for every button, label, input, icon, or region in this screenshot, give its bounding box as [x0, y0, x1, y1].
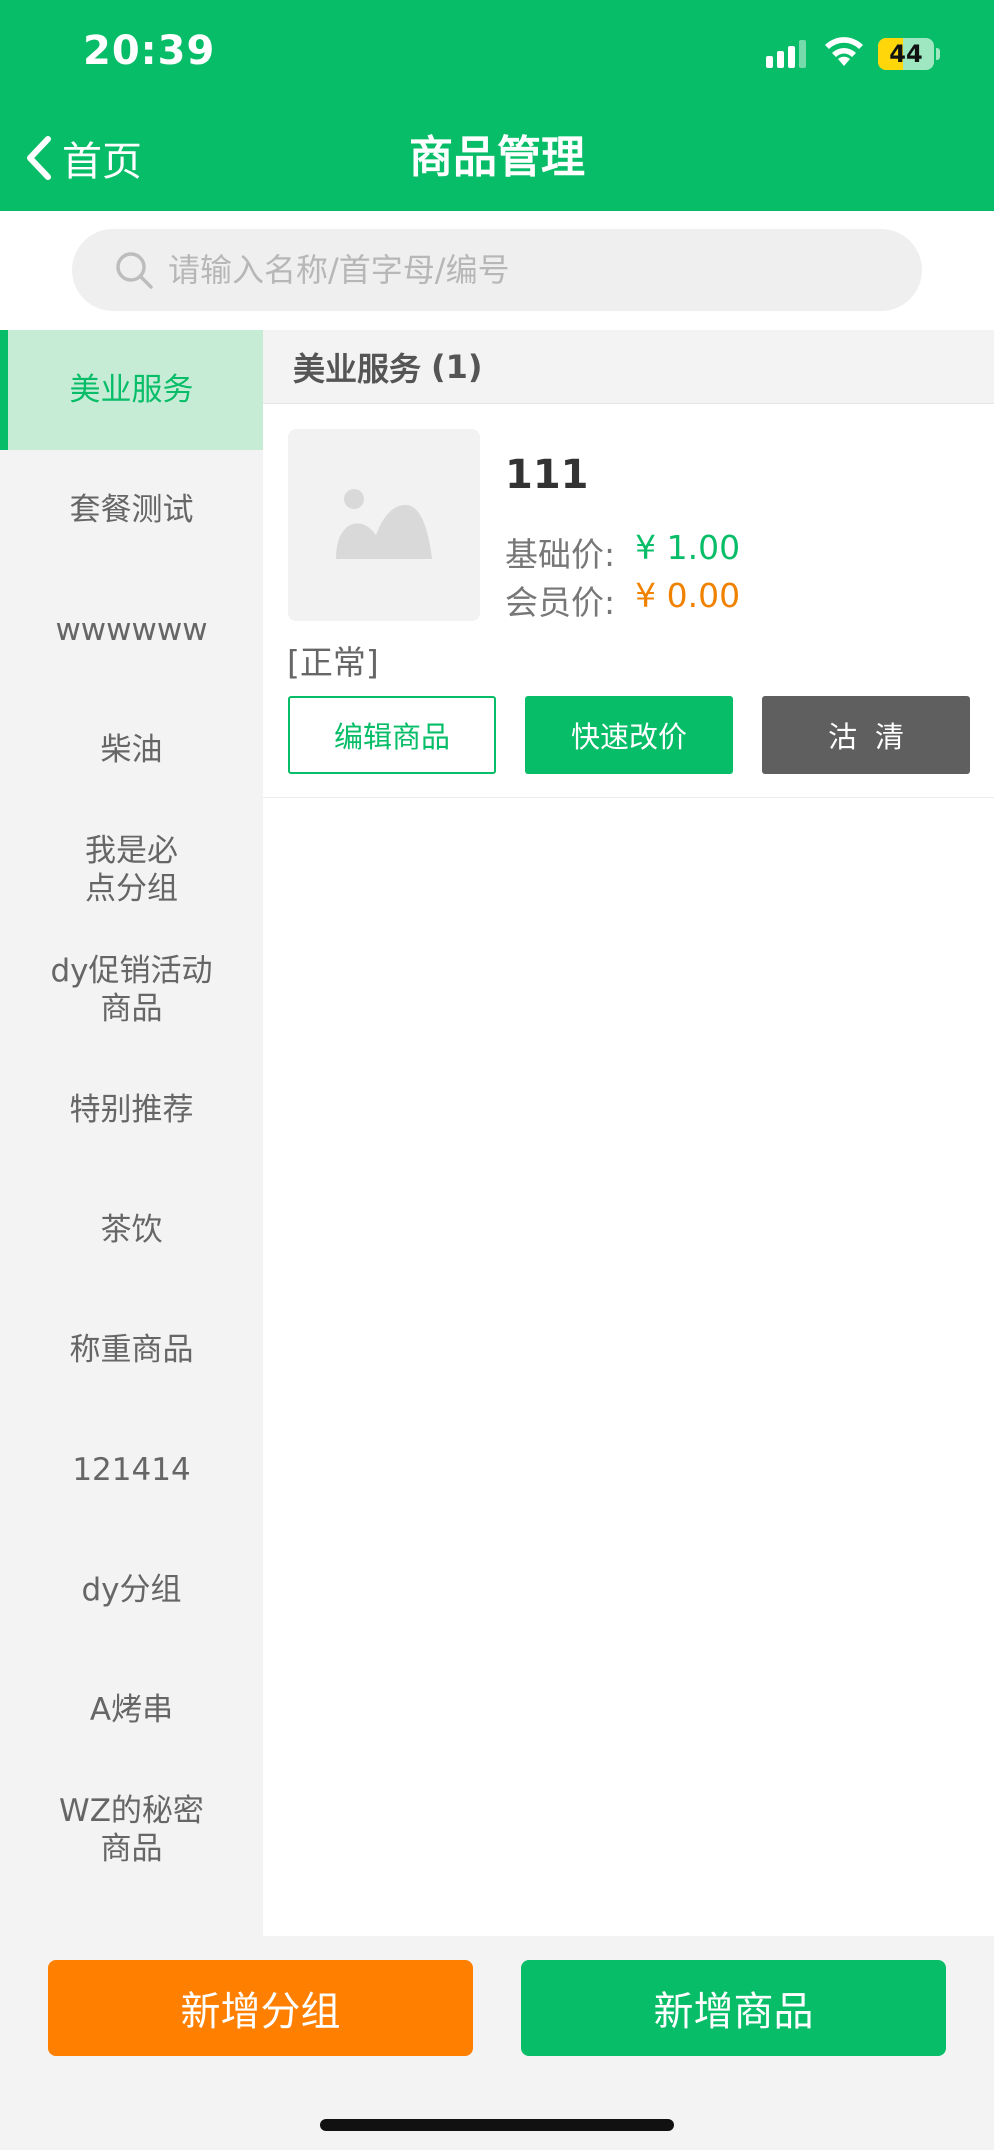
sidebar-item-WZ的秘密商品[interactable]: WZ的秘密商品 — [0, 1770, 263, 1890]
member-price-row: 会员价: ¥ 0.00 — [505, 576, 740, 624]
sidebar-item-label: 称重商品 — [69, 1332, 194, 1368]
sidebar-item-dy分组[interactable]: dy分组 — [0, 1530, 263, 1650]
bottom-action-bar: 新增分组 新增商品 — [0, 1936, 994, 2150]
search-input[interactable] — [168, 251, 922, 289]
wifi-icon — [825, 37, 863, 66]
nav-header: 20:39 44 首页 商品管理 — [0, 0, 994, 211]
sidebar-item-wwwwww[interactable]: wwwwww — [0, 570, 263, 690]
home-indicator — [320, 2119, 674, 2131]
member-price-value: ¥ 0.00 — [635, 576, 741, 615]
cellular-signal-icon — [766, 40, 806, 68]
sidebar-item-label: 柴油 — [100, 732, 163, 768]
sidebar-item-label: dy促销活动商品 — [50, 953, 213, 1027]
base-price-label: 基础价: — [505, 535, 616, 574]
search-box[interactable] — [72, 229, 922, 311]
sidebar-item-label: 美业服务 — [69, 372, 194, 408]
sidebar-item-label: 茶饮 — [100, 1212, 163, 1248]
search-area — [0, 211, 994, 330]
image-placeholder-icon — [336, 489, 432, 559]
sidebar-item-label: 121414 — [72, 1452, 191, 1488]
product-card: 111 基础价: ¥ 1.00 会员价: ¥ 0.00 [正常] 编辑商品 快速… — [263, 404, 994, 798]
product-image-placeholder[interactable] — [288, 429, 480, 621]
product-panel: 美业服务 (1) 111 基础价: ¥ 1.00 会员价: ¥ 0.00 [正常… — [263, 330, 994, 1936]
base-price-row: 基础价: ¥ 1.00 — [505, 528, 740, 576]
group-name: 美业服务 — [293, 349, 422, 388]
product-name: 111 — [505, 452, 589, 498]
battery-level-text: 44 — [889, 40, 923, 68]
sidebar-item-label: 我是必点分组 — [85, 833, 178, 907]
sidebar-item-A烤串[interactable]: A烤串 — [0, 1650, 263, 1770]
sidebar-item-label: 特别推荐 — [69, 1092, 194, 1128]
product-status: [正常] — [287, 643, 379, 682]
status-time: 20:39 — [83, 28, 216, 74]
sidebar-item-茶饮[interactable]: 茶饮 — [0, 1170, 263, 1290]
sidebar-item-label: A烤串 — [89, 1692, 174, 1728]
sidebar-item-我是必点分组[interactable]: 我是必点分组 — [0, 810, 263, 930]
sidebar-item-label: wwwwww — [55, 612, 208, 648]
base-price-value: ¥ 1.00 — [635, 528, 741, 567]
edit-product-button[interactable]: 编辑商品 — [288, 696, 496, 774]
member-price-label: 会员价: — [505, 583, 616, 622]
sidebar-item-套餐测试[interactable]: 套餐测试 — [0, 450, 263, 570]
sidebar-item-label: dy分组 — [81, 1572, 182, 1608]
sidebar-item-称重商品[interactable]: 称重商品 — [0, 1290, 263, 1410]
add-product-button[interactable]: 新增商品 — [521, 1960, 946, 2056]
sidebar-item-121414[interactable]: 121414 — [0, 1410, 263, 1530]
battery-indicator: 44 — [878, 38, 940, 70]
sidebar-item-特别推荐[interactable]: 特别推荐 — [0, 1050, 263, 1170]
quick-price-button[interactable]: 快速改价 — [525, 696, 733, 774]
sidebar-item-dy促销活动商品[interactable]: dy促销活动商品 — [0, 930, 263, 1050]
page-title: 商品管理 — [409, 132, 585, 183]
group-header: 美业服务 (1) — [263, 330, 994, 404]
sidebar-item-美业服务[interactable]: 美业服务 — [0, 330, 263, 450]
sold-out-button[interactable]: 沽清 — [762, 696, 970, 774]
add-group-button[interactable]: 新增分组 — [48, 1960, 473, 2056]
category-sidebar: 美业服务 套餐测试 wwwwww 柴油 我是必点分组 dy促销活动商品 特别推荐… — [0, 330, 263, 1936]
sidebar-item-柴油[interactable]: 柴油 — [0, 690, 263, 810]
group-count: (1) — [431, 347, 483, 386]
search-icon — [116, 252, 153, 289]
sidebar-item-label: WZ的秘密商品 — [59, 1793, 204, 1867]
sidebar-item-label: 套餐测试 — [69, 492, 194, 528]
